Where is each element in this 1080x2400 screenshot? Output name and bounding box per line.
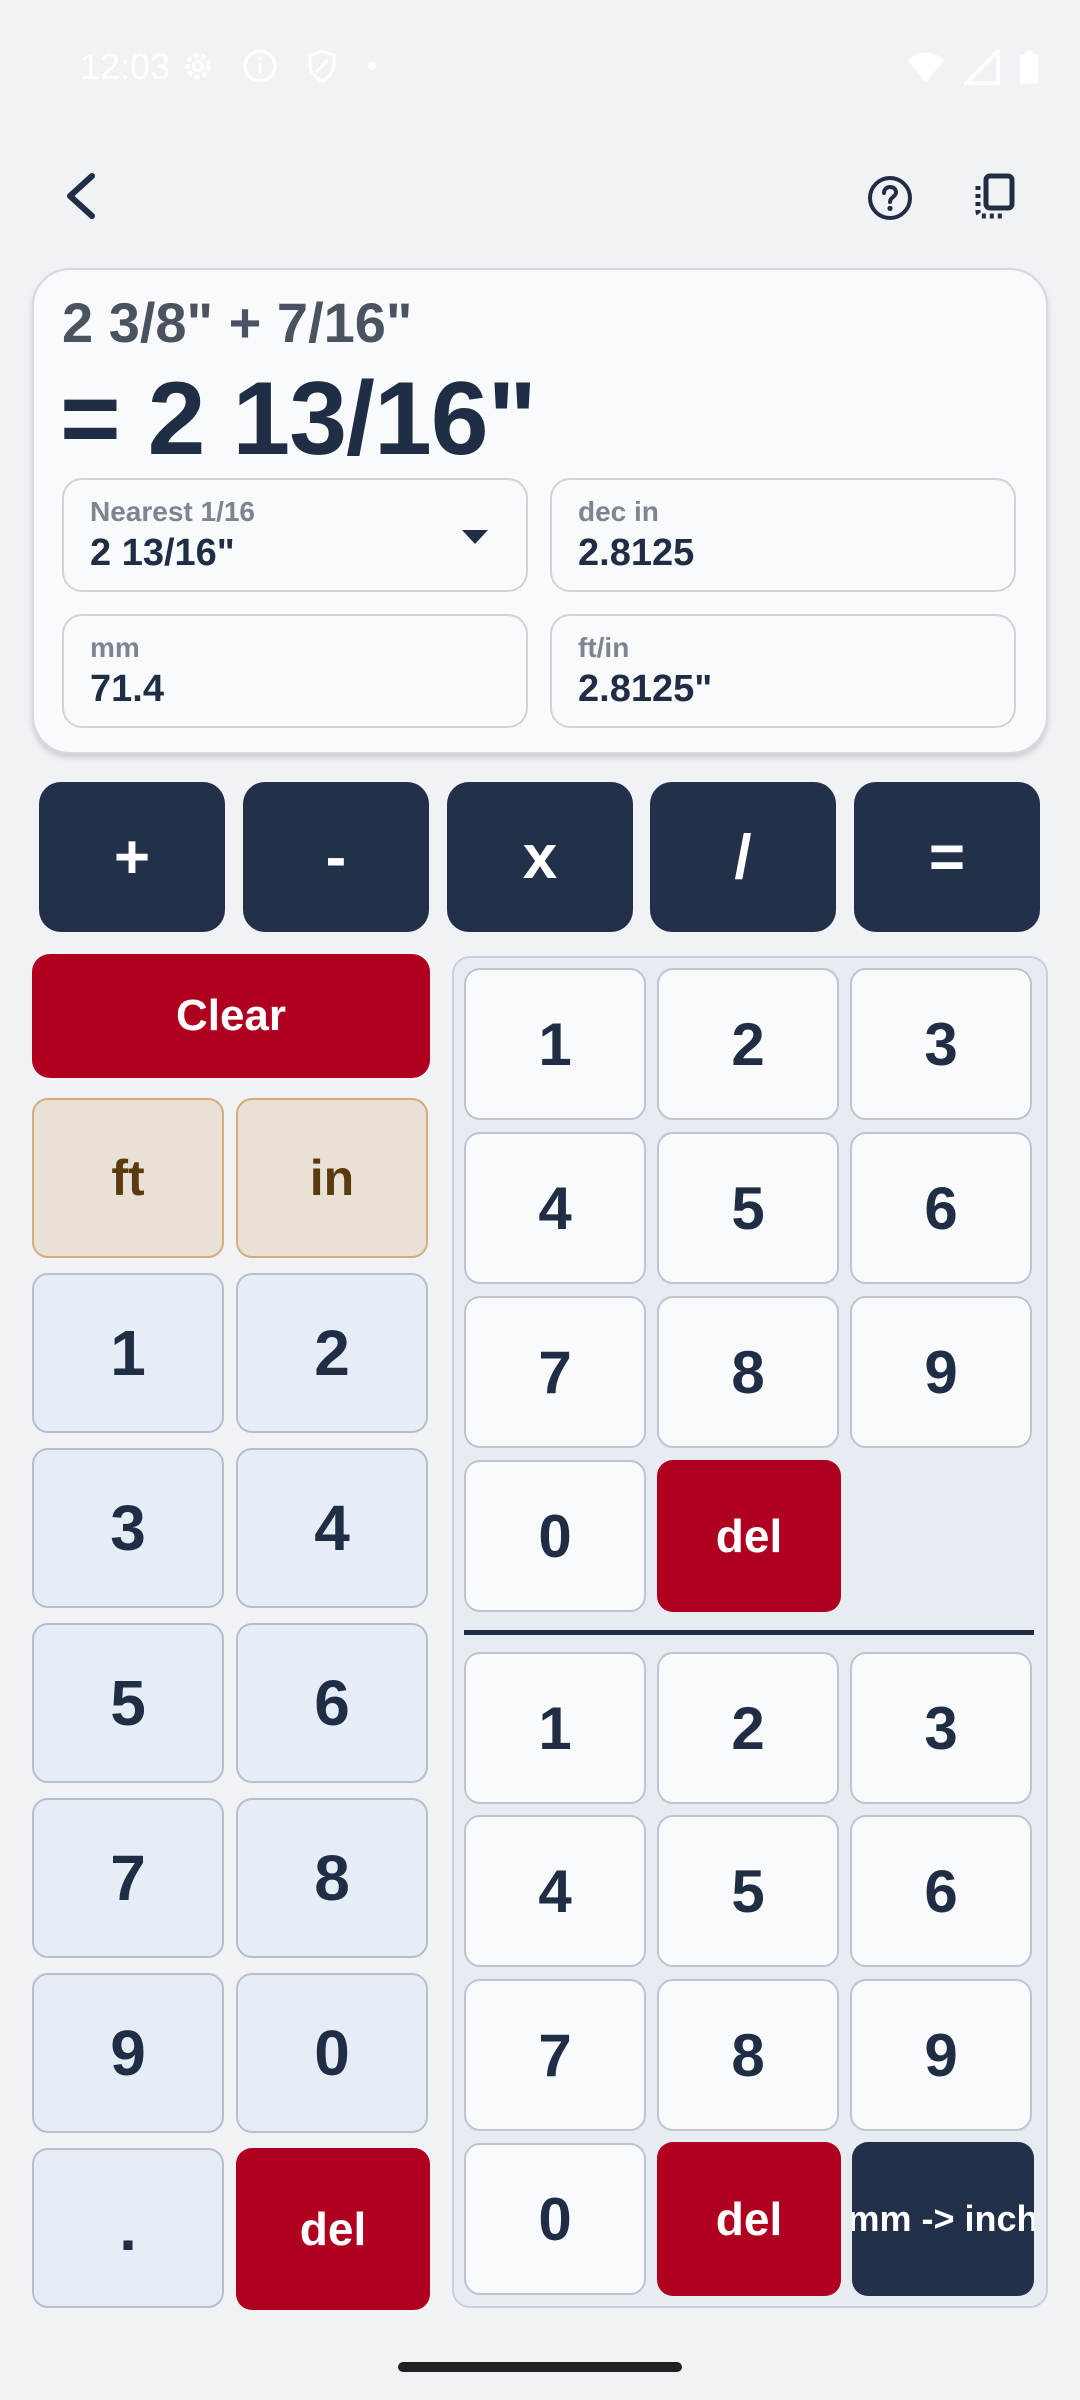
whole-delete-button[interactable]: del	[236, 2148, 430, 2310]
wifi-icon	[907, 52, 945, 82]
numerator-key-3[interactable]: 3	[850, 968, 1032, 1120]
mm-to-inch-button[interactable]: mm -> inch	[852, 2142, 1034, 2296]
numerator-key-0[interactable]: 0	[464, 1460, 646, 1612]
decimal-inches-field[interactable]: dec in 2.8125	[550, 478, 1016, 592]
mm-value: 71.4	[90, 668, 164, 710]
whole-key-4[interactable]: 4	[236, 1448, 428, 1608]
gear-icon	[185, 53, 211, 79]
dropdown-arrow-icon	[462, 530, 488, 544]
whole-key-6[interactable]: 6	[236, 1623, 428, 1783]
whole-key-3[interactable]: 3	[32, 1448, 224, 1608]
clear-button[interactable]: Clear	[32, 954, 430, 1078]
shield-icon	[308, 49, 336, 83]
plus-button[interactable]: +	[39, 782, 225, 932]
denominator-key-3[interactable]: 3	[850, 1652, 1032, 1804]
decimal-point-key[interactable]: .	[32, 2148, 224, 2308]
info-icon	[243, 49, 277, 83]
ft-in-value: 2.8125"	[578, 668, 713, 710]
expression-text: 2 3/8" + 7/16"	[62, 291, 413, 354]
denominator-key-7[interactable]: 7	[464, 1979, 646, 2131]
dec-in-value: 2.8125	[578, 532, 695, 574]
multiply-button[interactable]: x	[447, 782, 633, 932]
feet-unit-button[interactable]: ft	[32, 1098, 224, 1258]
dec-in-label: dec in	[578, 496, 659, 527]
denominator-key-2[interactable]: 2	[657, 1652, 839, 1804]
inch-unit-button[interactable]: in	[236, 1098, 428, 1258]
result-text: = 2 13/16"	[60, 361, 537, 477]
denominator-key-9[interactable]: 9	[850, 1979, 1032, 2131]
numerator-key-8[interactable]: 8	[657, 1296, 839, 1448]
status-icons-left	[180, 48, 378, 84]
whole-key-0[interactable]: 0	[236, 1973, 428, 2133]
whole-key-8[interactable]: 8	[236, 1798, 428, 1958]
denominator-key-1[interactable]: 1	[464, 1652, 646, 1804]
copy-icon	[975, 173, 1015, 219]
minus-button[interactable]: -	[243, 782, 429, 932]
denominator-key-4[interactable]: 4	[464, 1815, 646, 1967]
status-time: 12:03	[80, 46, 171, 87]
mm-label: mm	[90, 632, 140, 663]
denominator-key-0[interactable]: 0	[464, 2143, 646, 2295]
status-icons-right	[906, 48, 1040, 86]
home-indicator[interactable]	[398, 2362, 682, 2372]
help-circle-icon	[868, 176, 912, 220]
chevron-left-icon	[67, 173, 95, 219]
battery-icon	[1019, 50, 1039, 84]
mm-field[interactable]: mm 71.4	[62, 614, 528, 728]
numerator-key-9[interactable]: 9	[850, 1296, 1032, 1448]
dot-icon	[368, 62, 376, 70]
numerator-key-1[interactable]: 1	[464, 968, 646, 1120]
numerator-key-4[interactable]: 4	[464, 1132, 646, 1284]
numerator-key-7[interactable]: 7	[464, 1296, 646, 1448]
nearest-fraction-dropdown[interactable]: Nearest 1/16 2 13/16"	[62, 478, 528, 592]
copy-button[interactable]	[966, 168, 1022, 224]
whole-key-7[interactable]: 7	[32, 1798, 224, 1958]
nearest-value: 2 13/16"	[90, 532, 235, 574]
denominator-key-5[interactable]: 5	[657, 1815, 839, 1967]
numerator-key-6[interactable]: 6	[850, 1132, 1032, 1284]
denominator-key-8[interactable]: 8	[657, 1979, 839, 2131]
whole-key-5[interactable]: 5	[32, 1623, 224, 1783]
fraction-divider	[464, 1630, 1034, 1635]
ft-in-field[interactable]: ft/in 2.8125"	[550, 614, 1016, 728]
help-button[interactable]	[862, 170, 918, 226]
whole-key-9[interactable]: 9	[32, 1973, 224, 2133]
whole-key-1[interactable]: 1	[32, 1273, 224, 1433]
denominator-delete-button[interactable]: del	[657, 2142, 841, 2296]
denominator-key-6[interactable]: 6	[850, 1815, 1032, 1967]
equals-button[interactable]: =	[854, 782, 1040, 932]
numerator-key-2[interactable]: 2	[657, 968, 839, 1120]
divide-button[interactable]: /	[650, 782, 836, 932]
ft-in-label: ft/in	[578, 632, 630, 663]
numerator-delete-button[interactable]: del	[657, 1460, 841, 1612]
back-button[interactable]	[52, 168, 108, 224]
numerator-key-5[interactable]: 5	[657, 1132, 839, 1284]
signal-icon	[964, 49, 1000, 85]
nearest-label: Nearest 1/16	[90, 496, 256, 527]
whole-key-2[interactable]: 2	[236, 1273, 428, 1433]
